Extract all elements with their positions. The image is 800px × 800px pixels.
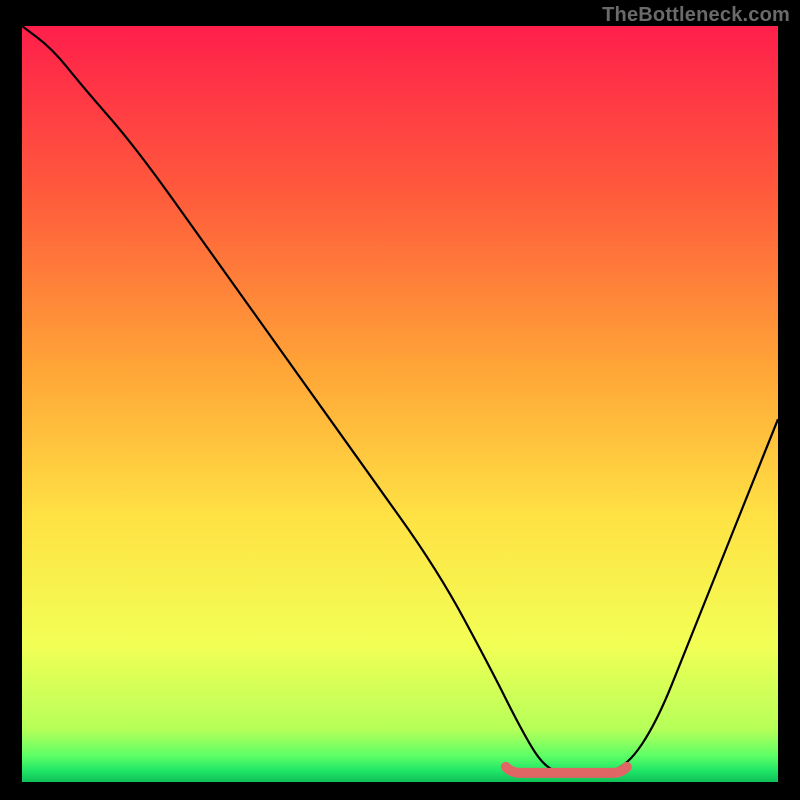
bottleneck-chart	[22, 26, 778, 782]
attribution-text: TheBottleneck.com	[602, 4, 790, 27]
chart-frame: TheBottleneck.com	[0, 0, 800, 800]
gradient-background	[22, 26, 778, 782]
